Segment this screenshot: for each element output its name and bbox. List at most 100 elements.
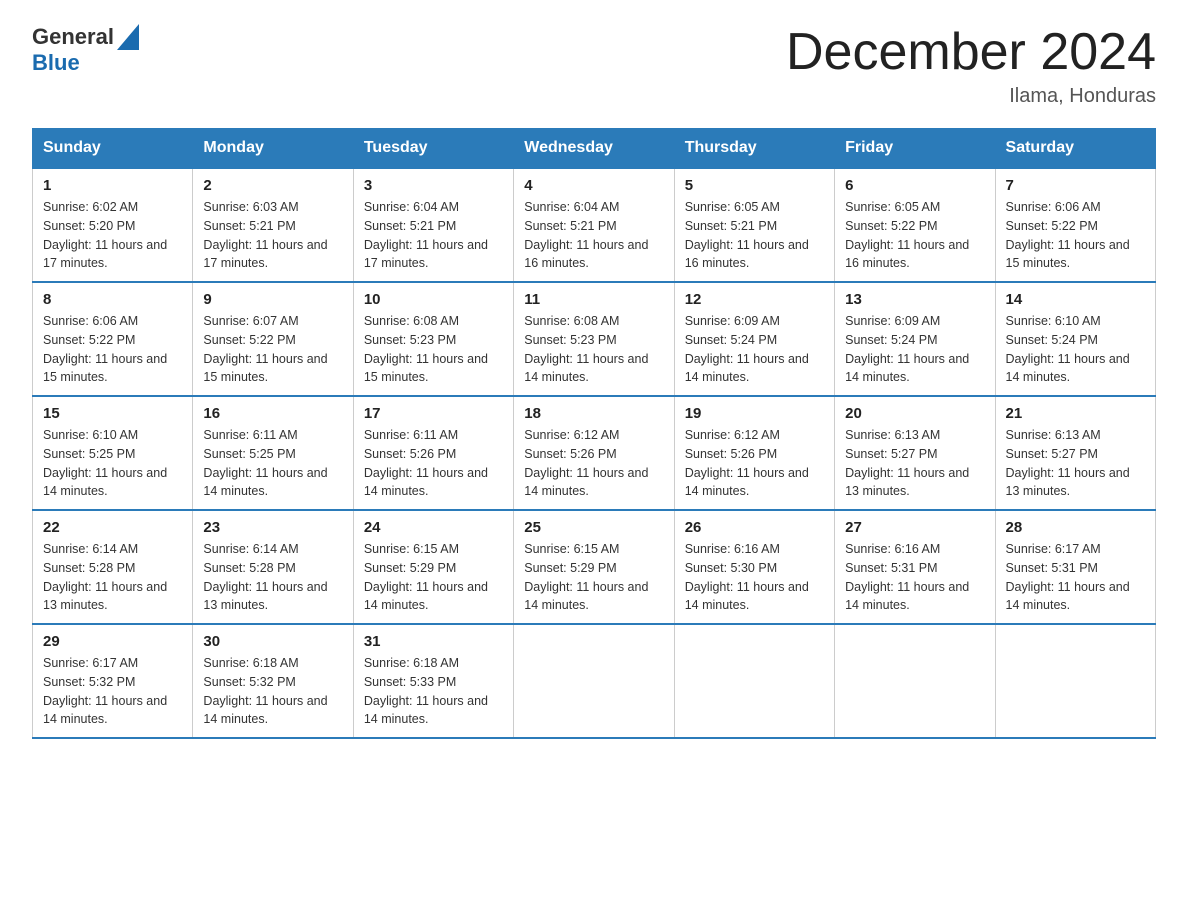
day-info: Sunrise: 6:10 AM Sunset: 5:24 PM Dayligh… <box>1006 312 1145 387</box>
day-number: 7 <box>1006 177 1145 194</box>
day-number: 25 <box>524 519 663 536</box>
calendar-week-row: 29 Sunrise: 6:17 AM Sunset: 5:32 PM Dayl… <box>33 624 1156 738</box>
day-number: 1 <box>43 177 182 194</box>
calendar-cell: 11 Sunrise: 6:08 AM Sunset: 5:23 PM Dayl… <box>514 282 674 396</box>
day-number: 24 <box>364 519 503 536</box>
calendar-cell: 16 Sunrise: 6:11 AM Sunset: 5:25 PM Dayl… <box>193 396 353 510</box>
calendar-cell: 31 Sunrise: 6:18 AM Sunset: 5:33 PM Dayl… <box>353 624 513 738</box>
logo-triangle-icon <box>117 24 139 50</box>
day-number: 15 <box>43 405 182 422</box>
calendar-cell <box>995 624 1155 738</box>
day-info: Sunrise: 6:15 AM Sunset: 5:29 PM Dayligh… <box>524 540 663 615</box>
day-info: Sunrise: 6:02 AM Sunset: 5:20 PM Dayligh… <box>43 198 182 273</box>
day-number: 18 <box>524 405 663 422</box>
logo-text-blue: Blue <box>32 50 80 76</box>
day-number: 26 <box>685 519 824 536</box>
day-number: 16 <box>203 405 342 422</box>
day-number: 29 <box>43 633 182 650</box>
calendar-week-row: 8 Sunrise: 6:06 AM Sunset: 5:22 PM Dayli… <box>33 282 1156 396</box>
calendar-cell: 27 Sunrise: 6:16 AM Sunset: 5:31 PM Dayl… <box>835 510 995 624</box>
day-info: Sunrise: 6:15 AM Sunset: 5:29 PM Dayligh… <box>364 540 503 615</box>
day-info: Sunrise: 6:11 AM Sunset: 5:25 PM Dayligh… <box>203 426 342 501</box>
day-info: Sunrise: 6:03 AM Sunset: 5:21 PM Dayligh… <box>203 198 342 273</box>
day-info: Sunrise: 6:14 AM Sunset: 5:28 PM Dayligh… <box>203 540 342 615</box>
day-number: 31 <box>364 633 503 650</box>
calendar-cell: 26 Sunrise: 6:16 AM Sunset: 5:30 PM Dayl… <box>674 510 834 624</box>
calendar-cell: 1 Sunrise: 6:02 AM Sunset: 5:20 PM Dayli… <box>33 168 193 282</box>
day-number: 8 <box>43 291 182 308</box>
column-header-tuesday: Tuesday <box>353 129 513 169</box>
day-number: 4 <box>524 177 663 194</box>
calendar-cell: 24 Sunrise: 6:15 AM Sunset: 5:29 PM Dayl… <box>353 510 513 624</box>
day-info: Sunrise: 6:05 AM Sunset: 5:21 PM Dayligh… <box>685 198 824 273</box>
day-number: 19 <box>685 405 824 422</box>
day-info: Sunrise: 6:05 AM Sunset: 5:22 PM Dayligh… <box>845 198 984 273</box>
calendar-cell: 3 Sunrise: 6:04 AM Sunset: 5:21 PM Dayli… <box>353 168 513 282</box>
page-header: General Blue December 2024 Ilama, Hondur… <box>32 24 1156 108</box>
calendar-cell: 4 Sunrise: 6:04 AM Sunset: 5:21 PM Dayli… <box>514 168 674 282</box>
day-number: 2 <box>203 177 342 194</box>
calendar-cell: 30 Sunrise: 6:18 AM Sunset: 5:32 PM Dayl… <box>193 624 353 738</box>
day-number: 20 <box>845 405 984 422</box>
calendar-cell: 7 Sunrise: 6:06 AM Sunset: 5:22 PM Dayli… <box>995 168 1155 282</box>
day-number: 30 <box>203 633 342 650</box>
day-info: Sunrise: 6:04 AM Sunset: 5:21 PM Dayligh… <box>364 198 503 273</box>
calendar-cell: 9 Sunrise: 6:07 AM Sunset: 5:22 PM Dayli… <box>193 282 353 396</box>
calendar-cell: 25 Sunrise: 6:15 AM Sunset: 5:29 PM Dayl… <box>514 510 674 624</box>
calendar-week-row: 22 Sunrise: 6:14 AM Sunset: 5:28 PM Dayl… <box>33 510 1156 624</box>
day-number: 13 <box>845 291 984 308</box>
calendar-cell <box>674 624 834 738</box>
logo: General Blue <box>32 24 139 76</box>
column-header-sunday: Sunday <box>33 129 193 169</box>
day-number: 28 <box>1006 519 1145 536</box>
day-number: 9 <box>203 291 342 308</box>
day-number: 17 <box>364 405 503 422</box>
calendar-cell <box>514 624 674 738</box>
calendar-cell: 6 Sunrise: 6:05 AM Sunset: 5:22 PM Dayli… <box>835 168 995 282</box>
column-header-wednesday: Wednesday <box>514 129 674 169</box>
day-number: 21 <box>1006 405 1145 422</box>
day-info: Sunrise: 6:12 AM Sunset: 5:26 PM Dayligh… <box>685 426 824 501</box>
day-info: Sunrise: 6:06 AM Sunset: 5:22 PM Dayligh… <box>1006 198 1145 273</box>
calendar-cell: 8 Sunrise: 6:06 AM Sunset: 5:22 PM Dayli… <box>33 282 193 396</box>
day-info: Sunrise: 6:17 AM Sunset: 5:32 PM Dayligh… <box>43 654 182 729</box>
calendar-cell: 18 Sunrise: 6:12 AM Sunset: 5:26 PM Dayl… <box>514 396 674 510</box>
calendar-cell: 20 Sunrise: 6:13 AM Sunset: 5:27 PM Dayl… <box>835 396 995 510</box>
day-info: Sunrise: 6:08 AM Sunset: 5:23 PM Dayligh… <box>364 312 503 387</box>
calendar-cell: 23 Sunrise: 6:14 AM Sunset: 5:28 PM Dayl… <box>193 510 353 624</box>
day-info: Sunrise: 6:04 AM Sunset: 5:21 PM Dayligh… <box>524 198 663 273</box>
calendar-header-row: SundayMondayTuesdayWednesdayThursdayFrid… <box>33 129 1156 169</box>
day-info: Sunrise: 6:09 AM Sunset: 5:24 PM Dayligh… <box>845 312 984 387</box>
calendar-cell: 28 Sunrise: 6:17 AM Sunset: 5:31 PM Dayl… <box>995 510 1155 624</box>
calendar-cell: 5 Sunrise: 6:05 AM Sunset: 5:21 PM Dayli… <box>674 168 834 282</box>
day-info: Sunrise: 6:09 AM Sunset: 5:24 PM Dayligh… <box>685 312 824 387</box>
day-info: Sunrise: 6:08 AM Sunset: 5:23 PM Dayligh… <box>524 312 663 387</box>
day-info: Sunrise: 6:18 AM Sunset: 5:33 PM Dayligh… <box>364 654 503 729</box>
day-number: 10 <box>364 291 503 308</box>
column-header-saturday: Saturday <box>995 129 1155 169</box>
column-header-thursday: Thursday <box>674 129 834 169</box>
calendar-cell: 19 Sunrise: 6:12 AM Sunset: 5:26 PM Dayl… <box>674 396 834 510</box>
column-header-friday: Friday <box>835 129 995 169</box>
calendar-cell: 22 Sunrise: 6:14 AM Sunset: 5:28 PM Dayl… <box>33 510 193 624</box>
column-header-monday: Monday <box>193 129 353 169</box>
calendar-cell: 13 Sunrise: 6:09 AM Sunset: 5:24 PM Dayl… <box>835 282 995 396</box>
calendar-cell: 21 Sunrise: 6:13 AM Sunset: 5:27 PM Dayl… <box>995 396 1155 510</box>
day-info: Sunrise: 6:14 AM Sunset: 5:28 PM Dayligh… <box>43 540 182 615</box>
calendar-cell: 17 Sunrise: 6:11 AM Sunset: 5:26 PM Dayl… <box>353 396 513 510</box>
calendar-cell: 10 Sunrise: 6:08 AM Sunset: 5:23 PM Dayl… <box>353 282 513 396</box>
calendar-cell: 15 Sunrise: 6:10 AM Sunset: 5:25 PM Dayl… <box>33 396 193 510</box>
calendar-cell <box>835 624 995 738</box>
day-info: Sunrise: 6:17 AM Sunset: 5:31 PM Dayligh… <box>1006 540 1145 615</box>
day-info: Sunrise: 6:13 AM Sunset: 5:27 PM Dayligh… <box>845 426 984 501</box>
day-info: Sunrise: 6:16 AM Sunset: 5:30 PM Dayligh… <box>685 540 824 615</box>
day-number: 6 <box>845 177 984 194</box>
day-info: Sunrise: 6:18 AM Sunset: 5:32 PM Dayligh… <box>203 654 342 729</box>
day-info: Sunrise: 6:11 AM Sunset: 5:26 PM Dayligh… <box>364 426 503 501</box>
calendar-cell: 12 Sunrise: 6:09 AM Sunset: 5:24 PM Dayl… <box>674 282 834 396</box>
location: Ilama, Honduras <box>786 85 1156 108</box>
calendar-cell: 29 Sunrise: 6:17 AM Sunset: 5:32 PM Dayl… <box>33 624 193 738</box>
day-info: Sunrise: 6:06 AM Sunset: 5:22 PM Dayligh… <box>43 312 182 387</box>
day-number: 12 <box>685 291 824 308</box>
day-info: Sunrise: 6:13 AM Sunset: 5:27 PM Dayligh… <box>1006 426 1145 501</box>
